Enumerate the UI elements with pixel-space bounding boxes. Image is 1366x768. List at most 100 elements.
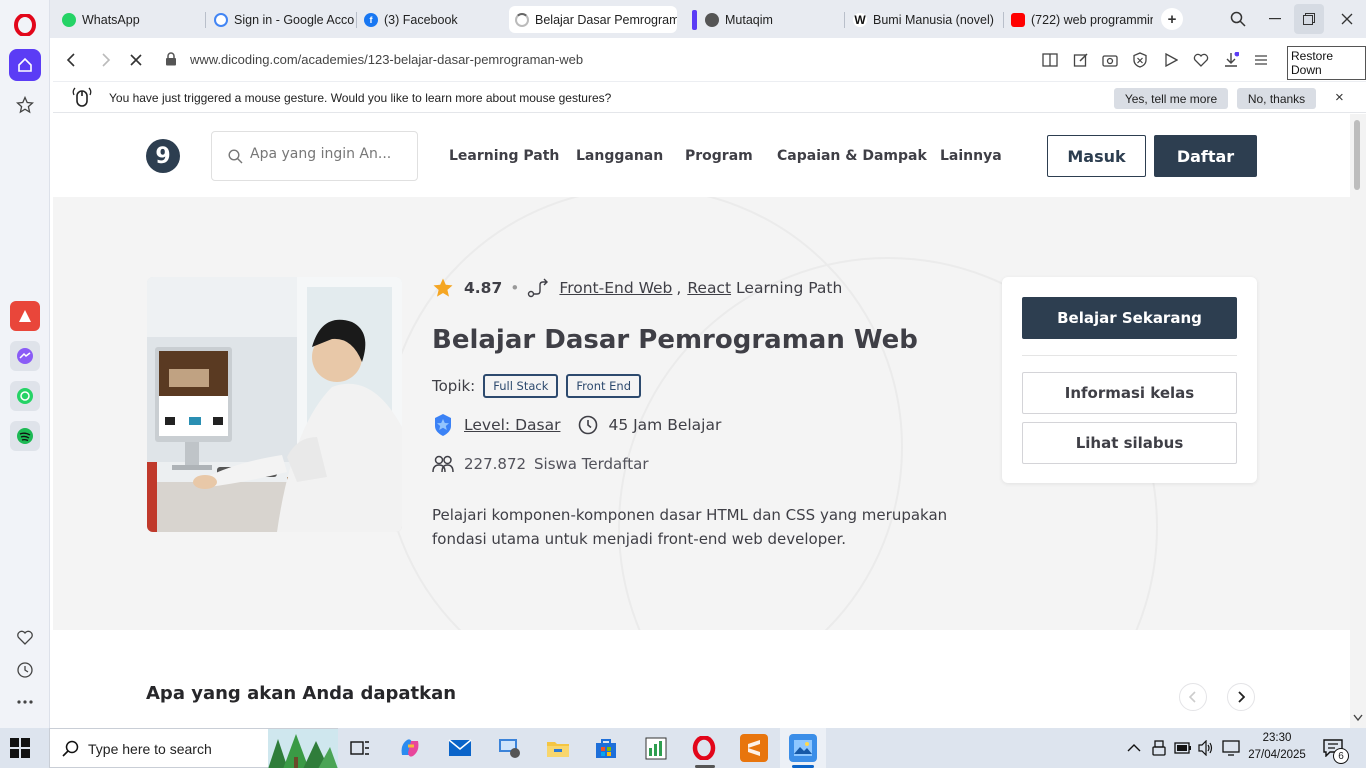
nav-langganan[interactable]: Langganan	[576, 148, 663, 164]
chevron-up-icon[interactable]	[1127, 743, 1141, 753]
whatsapp-icon[interactable]	[10, 381, 40, 411]
level-link[interactable]: Level: Dasar	[464, 416, 560, 434]
star-rating-icon	[433, 278, 453, 297]
download-icon[interactable]	[1221, 50, 1241, 70]
spotify-icon[interactable]	[10, 421, 40, 451]
opera-logo-icon[interactable]	[9, 9, 41, 41]
start-learning-button[interactable]: Belajar Sekarang	[1022, 297, 1237, 339]
scroll-thumb[interactable]	[1354, 120, 1360, 190]
tab-mutaqim[interactable]: Mutaqim	[686, 6, 832, 33]
clock-time[interactable]: 23:30	[1247, 732, 1307, 744]
tab-google[interactable]: Sign in - Google Accou	[208, 6, 354, 33]
stop-loading-button[interactable]	[124, 48, 148, 72]
tab-whatsapp[interactable]: WhatsApp	[56, 6, 202, 33]
tab-island-marker	[692, 9, 697, 30]
url-field[interactable]: www.dicoding.com/academies/123-belajar-d…	[190, 52, 583, 67]
network-icon[interactable]	[1222, 740, 1240, 756]
level-badge-icon	[435, 414, 451, 436]
facebook-favicon-icon: f	[364, 12, 378, 27]
close-notice-icon[interactable]: ×	[1335, 89, 1344, 106]
tag-full-stack[interactable]: Full Stack	[483, 374, 559, 398]
path-link-react[interactable]: React	[687, 279, 731, 297]
loading-spinner-icon	[515, 12, 529, 27]
sublime-text-icon[interactable]	[740, 734, 768, 762]
dicoding-logo[interactable]: 9	[146, 139, 180, 173]
battery-icon[interactable]	[1174, 741, 1192, 755]
no-thanks-button[interactable]: No, thanks	[1237, 88, 1316, 109]
file-explorer-icon[interactable]	[544, 734, 572, 762]
course-thumbnail	[147, 277, 402, 532]
usb-icon[interactable]	[1152, 740, 1166, 756]
nav-lainnya[interactable]: Lainnya	[940, 148, 1002, 164]
volume-icon[interactable]	[1198, 740, 1214, 756]
tab-label: (722) web programmin	[1031, 12, 1153, 27]
tag-front-end[interactable]: Front End	[566, 374, 642, 398]
history-icon[interactable]	[9, 654, 41, 686]
students-row: 227.872 Siswa Terdaftar	[432, 455, 648, 473]
more-icon[interactable]	[9, 686, 41, 718]
bookmark-heart-icon[interactable]	[1191, 50, 1211, 70]
new-tab-button[interactable]: +	[1161, 8, 1183, 30]
yes-tell-me-more-button[interactable]: Yes, tell me more	[1114, 88, 1228, 109]
nav-learning-path[interactable]: Learning Path	[449, 148, 559, 164]
tab-youtube[interactable]: (722) web programmin	[1005, 6, 1153, 33]
messenger-icon[interactable]	[10, 341, 40, 371]
taskbar-search-box[interactable]: Type here to search	[49, 728, 338, 768]
tab-label: (3) Facebook	[384, 12, 458, 27]
home-icon[interactable]	[9, 49, 41, 81]
adblock-shield-icon[interactable]	[1130, 50, 1150, 70]
clock-date[interactable]: 27/04/2025	[1245, 749, 1309, 761]
youtube-favicon-icon	[1011, 12, 1025, 27]
windows-start-icon[interactable]	[10, 738, 30, 758]
tab-wikipedia[interactable]: W Bumi Manusia (novel) -	[847, 6, 995, 33]
close-window-button[interactable]	[1332, 4, 1362, 34]
flow-send-icon[interactable]	[1161, 50, 1181, 70]
restore-down-button[interactable]	[1294, 4, 1324, 34]
class-info-button[interactable]: Informasi kelas	[1022, 372, 1237, 414]
rating-value: 4.87	[464, 279, 503, 297]
opera-taskbar-icon[interactable]	[690, 734, 718, 762]
view-syllabus-button[interactable]: Lihat silabus	[1022, 422, 1237, 464]
edit-page-icon[interactable]	[1071, 50, 1091, 70]
page-scrollbar[interactable]	[1350, 114, 1366, 728]
microsoft-store-icon[interactable]	[592, 734, 620, 762]
login-button[interactable]: Masuk	[1047, 135, 1146, 177]
forward-button[interactable]	[94, 48, 118, 72]
students-count: 227.872	[464, 455, 527, 473]
learning-path-icon	[528, 278, 549, 298]
heart-icon[interactable]	[9, 622, 41, 654]
path-link-front-end-web[interactable]: Front-End Web	[559, 279, 672, 297]
carousel-prev-button[interactable]	[1179, 683, 1207, 711]
task-view-icon[interactable]	[346, 734, 374, 762]
sheets-app-icon[interactable]	[642, 734, 670, 762]
search-tabs-icon[interactable]	[1223, 4, 1253, 34]
back-button[interactable]	[59, 48, 83, 72]
copilot-icon[interactable]	[396, 734, 424, 762]
photos-icon[interactable]	[789, 734, 817, 762]
reader-mode-icon[interactable]	[1040, 50, 1060, 70]
easy-setup-icon[interactable]	[1251, 50, 1271, 70]
search-icon	[228, 149, 243, 164]
globe-favicon-icon	[705, 12, 719, 27]
path-separator: ,	[676, 279, 682, 297]
aria-icon[interactable]	[10, 301, 40, 331]
star-icon[interactable]	[9, 89, 41, 121]
lock-icon	[166, 52, 176, 66]
tab-bar: WhatsApp Sign in - Google Accou f (3) Fa…	[50, 0, 1366, 38]
remote-desktop-icon[interactable]	[496, 734, 524, 762]
site-search-box[interactable]	[211, 131, 418, 181]
camera-icon[interactable]	[1100, 50, 1120, 70]
carousel-next-button[interactable]	[1227, 683, 1255, 711]
tab-dicoding[interactable]: Belajar Dasar Pemrograma	[509, 6, 677, 33]
site-search-input[interactable]	[250, 146, 410, 162]
tab-facebook[interactable]: f (3) Facebook	[358, 6, 504, 33]
course-description: Pelajari komponen-komponen dasar HTML da…	[432, 506, 948, 548]
tab-label: Sign in - Google Accou	[234, 12, 354, 27]
register-button[interactable]: Daftar	[1154, 135, 1257, 177]
nav-capaian-dampak[interactable]: Capaian & Dampak	[777, 148, 927, 164]
minimize-button[interactable]	[1260, 4, 1290, 34]
users-icon	[432, 455, 454, 473]
nav-program[interactable]: Program	[685, 148, 753, 164]
mail-icon[interactable]	[446, 734, 474, 762]
scroll-down-arrow-icon[interactable]	[1353, 714, 1363, 722]
